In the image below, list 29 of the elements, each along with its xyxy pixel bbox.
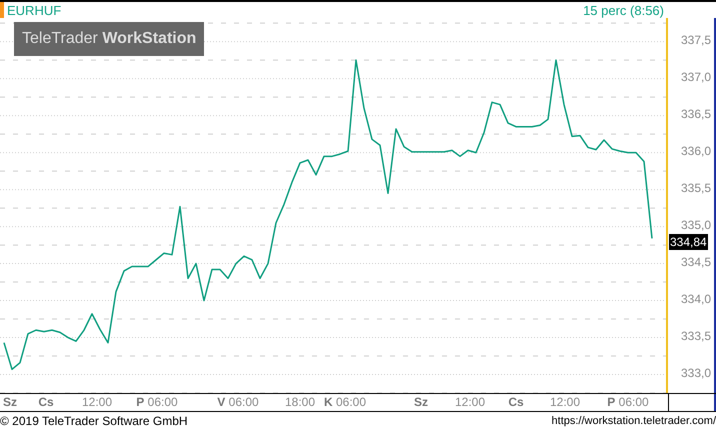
axis-label: V 06:00 — [217, 396, 259, 408]
copyright-text: © 2019 TeleTrader Software GmbH — [0, 415, 188, 427]
axis-label: 336,5 — [680, 108, 711, 120]
axis-label: P 06:00 — [607, 396, 649, 408]
axis-label: 336,0 — [680, 144, 711, 157]
axis-label: Sz — [3, 396, 17, 408]
symbol-label: EURHUF — [7, 4, 62, 16]
axis-label: Cs — [38, 396, 54, 408]
axis-label: 18:00 — [284, 396, 316, 408]
axis-label: Sz — [414, 396, 428, 408]
axis-label: 12:00 — [550, 396, 580, 408]
axis-label: 337,0 — [680, 70, 711, 83]
axis-label: Cs — [508, 396, 524, 408]
website-link[interactable]: https://workstation.teletrader.com/ — [552, 416, 716, 426]
axis-label: 12:00 — [82, 396, 112, 408]
axis-label: 12:00 — [454, 396, 486, 408]
axis-label: 334,5 — [680, 256, 711, 268]
axis-label: 334,0 — [680, 292, 711, 305]
axis-label: 335,0 — [680, 218, 711, 231]
interval-label: 15 perc (8:56) — [583, 4, 664, 16]
axis-label: 337,5 — [680, 34, 711, 46]
symbol-marker — [0, 2, 4, 18]
axis-label: 333,0 — [680, 366, 711, 378]
axis-label: 333,5 — [680, 330, 711, 342]
axis-label: P 06:00 — [136, 396, 178, 408]
last-price-label: 334,84 — [669, 234, 708, 250]
axis-label: 335,5 — [680, 182, 711, 194]
logo-banner: TeleTrader WorkStation — [14, 22, 204, 56]
axis-label: K 06:00 — [324, 396, 366, 408]
